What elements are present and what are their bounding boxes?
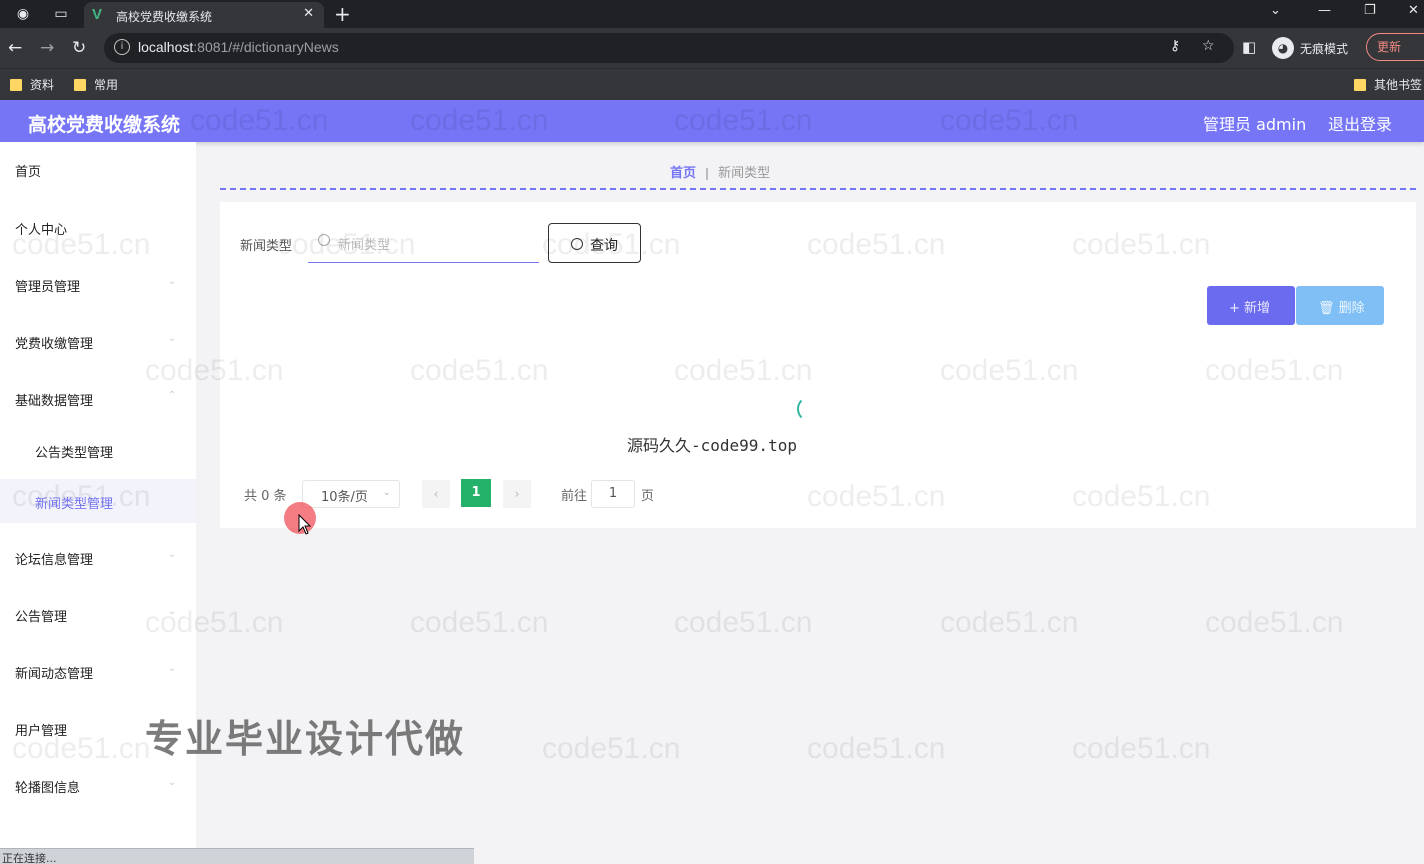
vue-logo-icon: V [92,6,103,23]
sidebar-item-home[interactable]: 首页 [0,149,196,189]
sidebar-item-carousel[interactable]: 轮播图信息 ⌄ [0,765,196,805]
sidebar-item-fees[interactable]: 党费收缴管理 ⌄ [0,321,196,361]
search-placeholder: 新闻类型 [338,238,391,253]
sidebar-subitem-news-types[interactable]: 新闻类型管理 [0,479,196,523]
app-header: 高校党费收缴系统 管理员 admin 退出登录 [0,100,1424,142]
page-number-current[interactable]: 1 [461,479,491,507]
incognito-icon: ◕ [1272,37,1294,59]
prev-page-button[interactable]: ‹ [422,480,450,508]
browser-status-bar: 正在连接... [0,848,474,864]
bookmark-folder-1[interactable]: 资料 [10,76,54,93]
tab-dropdown-icon[interactable]: ⌄ [1270,3,1281,18]
chevron-down-icon: ⌄ [167,606,176,617]
incognito-indicator[interactable]: ◕ 无痕模式 [1272,35,1372,61]
browser-toolbar: ← → ↻ i localhost:8081/#/dictionaryNews … [0,28,1424,68]
address-bar[interactable]: i localhost:8081/#/dictionaryNews ⚷ ☆ [104,33,1234,63]
page-suffix: 页 [641,489,655,504]
folder-icon [1354,79,1366,91]
key-icon[interactable]: ⚷ [1170,38,1180,54]
delete-button[interactable]: 🗑 删除 [1296,286,1384,325]
bookmark-star-icon[interactable]: ☆ [1202,38,1215,54]
site-info-icon[interactable]: i [114,39,130,55]
close-tab-icon[interactable]: ✕ [303,6,314,21]
new-tab-icon[interactable]: + [334,2,351,26]
chevron-down-icon: ⌄ [167,276,176,287]
watermark: code51.cn [674,606,813,639]
breadcrumb-separator-icon: ❙ [702,166,713,180]
folder-icon [10,79,22,91]
ad-overlay-text: 专业毕业设计代做 [145,717,466,761]
bookmark-folder-2[interactable]: 常用 [74,76,118,93]
mouse-cursor-icon [298,514,312,535]
content-panel: 新闻类型 新闻类型 查询 + 新增 🗑 删除 [220,202,1416,528]
folder-icon [74,79,86,91]
divider [220,188,1416,190]
breadcrumb-home[interactable]: 首页 [670,166,696,181]
trash-icon: 🗑 删除 [1318,301,1365,316]
browser-tab-bar: ◉ ▭ V 高校党费收缴系统 ✕ + ⌄ — ❐ ✕ [0,0,1424,28]
sidepanel-icon[interactable]: ◧ [1242,38,1256,56]
reload-icon[interactable]: ↻ [72,38,86,58]
chevron-down-icon: ⌄ [167,663,176,674]
url-text: localhost:8081/#/dictionaryNews [138,39,339,55]
sidebar-item-admin[interactable]: 管理员管理 ⌄ [0,264,196,304]
chevron-down-icon: ⌄ [167,549,176,560]
watermark: code51.cn [542,732,681,765]
goto-label: 前往 [561,489,588,504]
next-page-button[interactable]: › [503,480,531,508]
pagination-total: 共 0 条 [244,489,287,504]
add-button[interactable]: + 新增 [1207,286,1295,325]
app-title: 高校党费收缴系统 [28,114,181,136]
chevron-down-icon: ⌄ [382,487,391,498]
sidebar-item-forum[interactable]: 论坛信息管理 ⌄ [0,537,196,577]
breadcrumb: 首页 ❙ 新闻类型 [670,162,770,181]
sidebar-item-news[interactable]: 新闻动态管理 ⌄ [0,651,196,691]
update-button[interactable]: 更新 [1366,33,1424,61]
logout-link[interactable]: 退出登录 [1328,111,1392,135]
loading-spinner-icon [797,396,823,422]
tab-title: 高校党费收缴系统 [116,10,213,24]
watermark: code51.cn [1205,606,1344,639]
back-icon[interactable]: ← [8,38,22,58]
tab-search-icon[interactable]: ▭ [52,5,70,23]
sidebar-item-notices[interactable]: 公告管理 ⌄ [0,594,196,634]
restore-icon[interactable]: ❐ [1364,3,1376,18]
chevron-up-icon: ⌃ [167,390,176,401]
bookmarks-bar: 资料 常用 其他书签 [0,68,1424,100]
minimize-icon[interactable]: — [1318,3,1331,18]
page-size-select[interactable]: 10条/页 ⌄ [302,480,400,508]
browser-menu-icon[interactable]: ◉ [14,5,32,23]
goto-page-input[interactable]: 1 [591,480,635,508]
sidebar-item-profile[interactable]: 个人中心 [0,207,196,247]
search-input[interactable]: 新闻类型 [308,222,539,263]
other-bookmarks[interactable]: 其他书签 [1354,76,1422,93]
forward-icon[interactable]: → [40,38,54,58]
window-close-icon[interactable]: ✕ [1408,3,1419,18]
watermark: code51.cn [940,606,1079,639]
watermark: code51.cn [410,606,549,639]
loading-text: 源码久久-code99.top [627,436,797,455]
status-text: 正在连接... [2,852,57,864]
chevron-down-icon: ⌄ [167,777,176,788]
sidebar-subitem-notice-types[interactable]: 公告类型管理 [0,428,196,472]
breadcrumb-current: 新闻类型 [718,166,771,181]
chevron-down-icon: ⌄ [167,333,176,344]
search-icon [318,234,330,246]
current-user: 管理员 admin [1203,115,1307,134]
search-icon [571,238,583,250]
watermark: code51.cn [807,732,946,765]
browser-tab[interactable]: V 高校党费收缴系统 ✕ [84,2,324,28]
sidebar-item-base-data[interactable]: 基础数据管理 ⌃ [0,378,196,418]
search-label: 新闻类型 [240,239,293,254]
query-button[interactable]: 查询 [548,223,641,263]
watermark: code51.cn [1072,732,1211,765]
